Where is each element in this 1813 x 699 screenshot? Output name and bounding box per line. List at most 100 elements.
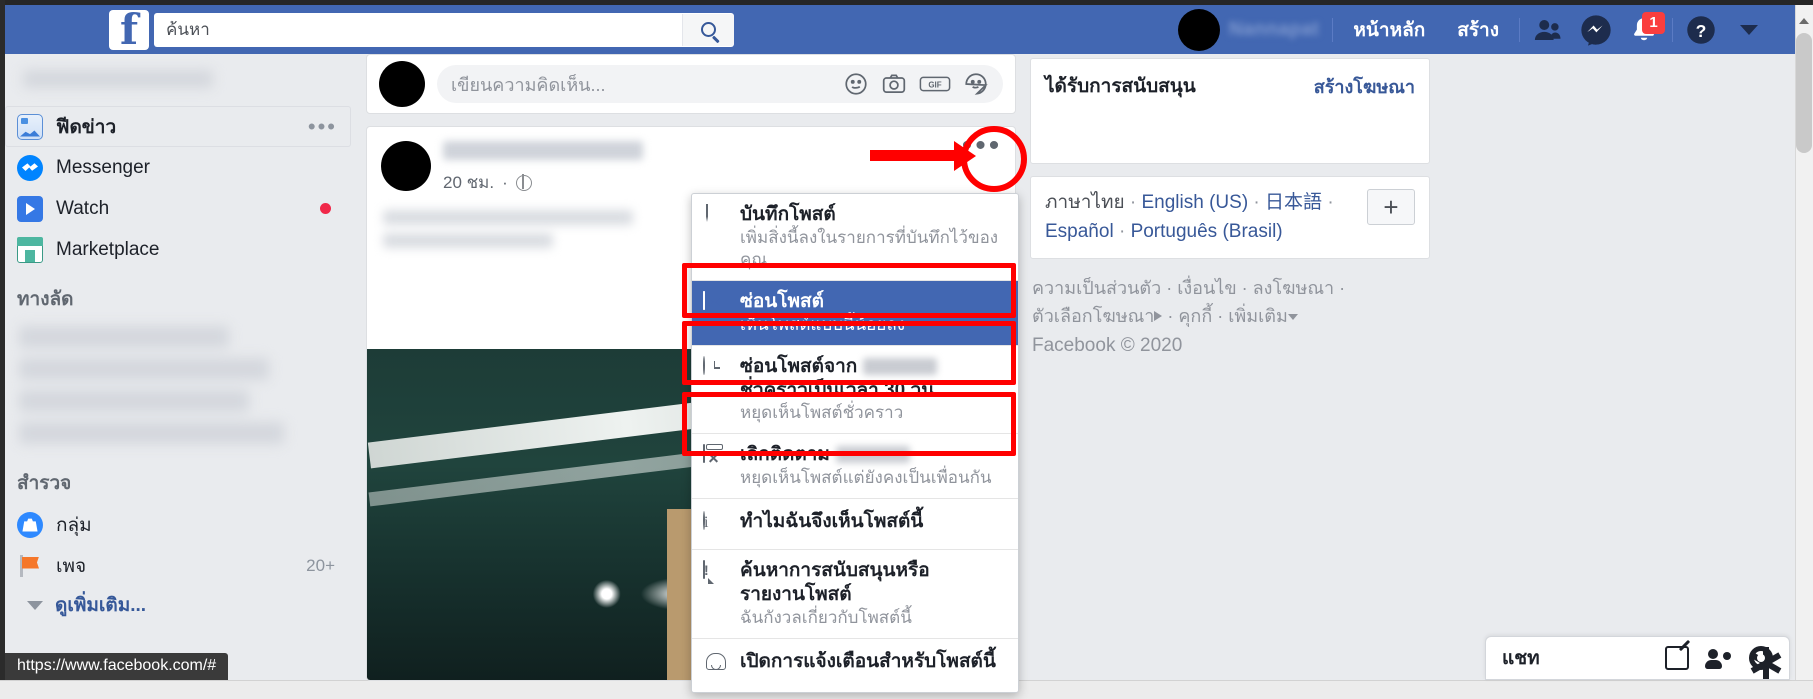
camera-icon[interactable] [881, 71, 907, 97]
menu-item-snooze-30-days[interactable]: ซ่อนโพสต์จาก ชั่วคราวเป็นเวลา 30 วัน หยุ… [692, 346, 1018, 434]
post-author-name[interactable] [443, 141, 643, 160]
chevron-down-icon [1287, 313, 1298, 320]
friend-requests-button[interactable] [1524, 10, 1572, 50]
watch-icon [17, 195, 43, 222]
ad-choices-icon [1154, 310, 1163, 321]
help-icon: ? [1687, 15, 1715, 44]
sidebar-item-watch[interactable]: Watch [5, 188, 351, 229]
menu-item-title: ซ่อนโพสต์ [740, 290, 824, 312]
messenger-button[interactable] [1572, 10, 1620, 50]
watch-unread-dot [320, 203, 331, 214]
chat-settings-icon[interactable] [1749, 646, 1782, 679]
notifications-button[interactable]: 1 [1620, 10, 1668, 50]
search-bar[interactable] [154, 12, 734, 47]
help-button[interactable]: ? [1677, 10, 1725, 50]
public-globe-icon [515, 174, 532, 191]
nav-create[interactable]: สร้าง [1441, 15, 1515, 45]
menu-item-unfollow[interactable]: เลิกติดตาม หยุดเห็นโพสต์แต่ยังคงเป็นเพื่… [692, 434, 1018, 498]
menu-item-title: บันทึกโพสต์ [740, 204, 836, 225]
search-input[interactable] [154, 13, 682, 46]
comment-input-pill[interactable]: เขียนความคิดเห็น... GIF [437, 65, 1003, 103]
bell-icon [703, 652, 729, 678]
friend-requests-icon [1534, 19, 1561, 40]
unfollow-icon [703, 444, 729, 471]
menu-item-subtitle: ฉันกังวลเกี่ยวกับโพสต์นี้ [740, 607, 912, 627]
sticker-icon[interactable] [963, 71, 989, 97]
shortcuts-ghost-list [5, 320, 365, 444]
menu-item-title: เลิกติดตาม [740, 443, 1006, 467]
menu-item-title: ซ่อนโพสต์จาก [740, 355, 1006, 379]
scrollbar-thumb[interactable] [1796, 33, 1812, 153]
status-bar-url: https://www.facebook.com/# [5, 653, 229, 680]
menu-item-save-post[interactable]: บันทึกโพสต์ เพิ่มสิ่งนี้ลงในรายการที่บัน… [692, 194, 1018, 280]
menu-item-turn-on-notifications[interactable]: เปิดการแจ้งเตือนสำหรับโพสต์นี้ [692, 639, 1018, 692]
copyright-text: Facebook © 2020 [1032, 334, 1183, 356]
new-message-icon[interactable] [1665, 646, 1689, 670]
chevron-down-icon [1740, 24, 1758, 35]
post-options-button[interactable]: ••• [954, 126, 1010, 166]
nav-home[interactable]: หน้าหลัก [1337, 15, 1441, 45]
chat-bar[interactable]: แชท [1485, 636, 1790, 680]
language-link-spanish[interactable]: Español [1045, 221, 1114, 242]
language-link-portuguese[interactable]: Português (Brasil) [1131, 221, 1283, 242]
sponsored-body [1045, 101, 1415, 151]
see-more-button[interactable]: ดูเพิ่มเติม... [5, 586, 365, 624]
bookmark-icon [703, 204, 729, 231]
add-language-button[interactable]: + [1367, 189, 1415, 225]
sidebar-item-messenger[interactable]: Messenger [5, 147, 351, 188]
page-scrollbar[interactable] [1795, 5, 1813, 680]
menu-item-why-see-post[interactable]: ทำไมฉันจึงเห็นโพสต์นี้ [692, 499, 1018, 549]
search-button[interactable] [682, 13, 734, 46]
post-timestamp[interactable]: 20 ชม. [443, 169, 494, 196]
add-friend-icon[interactable] [1705, 646, 1731, 670]
footer-links: ความเป็นส่วนตัว · เงื่อนไข · ลงโฆษณา · ต… [1032, 278, 1346, 356]
snooze-clock-icon [703, 355, 729, 383]
sidebar-item-news-feed[interactable]: ฟีดข่าว ••• [5, 106, 351, 147]
right-sidebar: ได้รับการสนับสนุน สร้างโฆษณา ภาษาไทย · E… [1030, 58, 1430, 364]
navbar-divider-3 [1672, 17, 1673, 42]
navbar-divider-2 [1519, 17, 1520, 42]
sidebar-item-marketplace[interactable]: Marketplace [5, 229, 351, 270]
account-menu-button[interactable] [1725, 10, 1773, 50]
facebook-logo-icon[interactable]: f [109, 5, 149, 54]
author-name-ghost [863, 357, 938, 375]
menu-item-report-post[interactable]: ค้นหาการสนับสนุนหรือ รายงานโพสต์ ฉันกังว… [692, 550, 1018, 638]
footer-link-advertising[interactable]: ลงโฆษณา [1253, 278, 1335, 298]
language-link-english[interactable]: English (US) [1142, 192, 1249, 213]
gif-icon[interactable]: GIF [919, 71, 951, 97]
menu-item-title-text: ซ่อนโพสต์จาก [740, 355, 858, 377]
chevron-down-icon [27, 600, 43, 610]
language-list: ภาษาไทย · English (US) · 日本語 · Español ·… [1045, 192, 1334, 242]
language-link-japanese[interactable]: 日本語 [1265, 192, 1322, 213]
messenger-icon [17, 154, 43, 181]
avatar [1177, 8, 1220, 51]
footer-link-terms[interactable]: เงื่อนไข [1177, 278, 1236, 298]
create-ad-link[interactable]: สร้างโฆษณา [1314, 72, 1415, 101]
menu-item-hide-post[interactable]: ซ่อนโพสต์ เห็นโพสต์แบบนี้น้อยลง [692, 280, 1018, 345]
sidebar-item-pages[interactable]: เพจ 20+ [5, 545, 351, 586]
scroll-up-arrow-icon[interactable] [1797, 14, 1811, 28]
sidebar-item-label: กลุ่ม [56, 514, 92, 536]
menu-item-subtitle: เพิ่มสิ่งนี้ลงในรายการที่บันทึกไว้ของคุณ [740, 227, 999, 269]
navbar-divider [1332, 17, 1334, 42]
explore-header: สำรวจ [17, 473, 72, 494]
facebook-page: f Nannapat หน้าหลัก สร้าง [0, 0, 1813, 699]
post-meta: 20 ชม. · [443, 169, 643, 196]
sidebar-item-label: ฟีดข่าว [56, 116, 117, 138]
sidebar-item-groups[interactable]: กลุ่ม [5, 504, 351, 545]
footer-link-ad-choices[interactable]: ตัวเลือกโฆษณา [1032, 306, 1154, 326]
sponsored-card: ได้รับการสนับสนุน สร้างโฆษณา [1030, 58, 1430, 164]
emoji-icon[interactable] [843, 71, 869, 97]
menu-item-title: ค้นหาการสนับสนุนหรือ [740, 560, 930, 582]
post-text-line [383, 210, 633, 225]
menu-item-title: ทำไมฉันจึงเห็นโพสต์นี้ [740, 511, 924, 533]
sidebar-item-label: เพจ [56, 555, 87, 577]
footer-link-more[interactable]: เพิ่มเติม [1228, 306, 1288, 326]
svg-text:GIF: GIF [928, 80, 941, 89]
footer-link-cookies[interactable]: คุกกี้ [1178, 306, 1212, 326]
left-sidebar: ฟีดข่าว ••• Messenger Watch Marketplace … [5, 54, 365, 680]
news-feed-icon [17, 113, 43, 140]
news-feed-options-icon[interactable]: ••• [308, 114, 351, 140]
footer-link-privacy[interactable]: ความเป็นส่วนตัว [1032, 278, 1161, 298]
profile-link[interactable]: Nannapat [1169, 8, 1329, 51]
